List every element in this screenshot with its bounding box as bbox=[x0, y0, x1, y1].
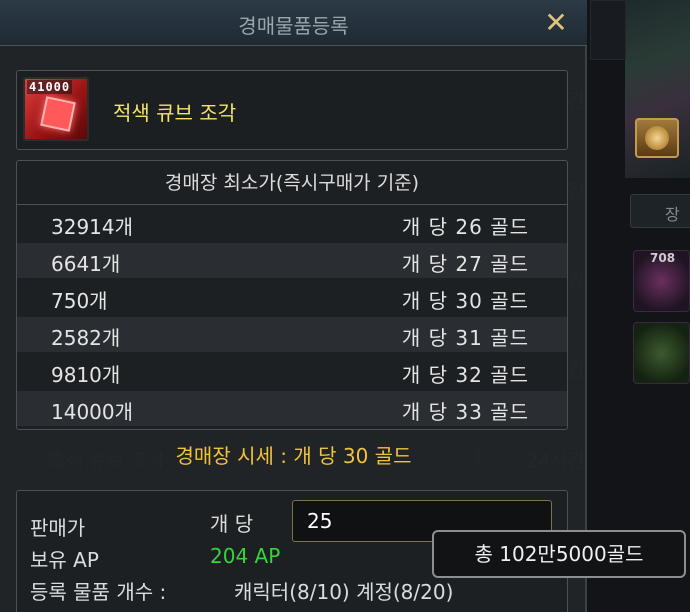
background-item-thumb[interactable]: 708 bbox=[633, 250, 690, 312]
price-per-unit: 개 당 30 골드 bbox=[401, 289, 529, 313]
price-qty: 14000개 bbox=[51, 400, 134, 424]
market-price-text: 경매장 시세 : 개 당 30 골드 bbox=[175, 444, 412, 468]
price-row[interactable]: 32914개 개 당 26 골드 bbox=[17, 206, 567, 241]
price-row[interactable]: 14000개 개 당 33 골드 bbox=[17, 391, 567, 426]
ap-label: 보유 AP bbox=[30, 548, 99, 572]
lowest-price-panel: 경매장 최소가(즉시구매가 기준) 32914개 개 당 26 골드 6641개… bbox=[16, 160, 568, 430]
background-item-thumb[interactable] bbox=[633, 322, 690, 384]
price-per-unit: 개 당 26 골드 bbox=[401, 215, 529, 239]
registered-count-label: 등록 물품 개수 : bbox=[30, 580, 167, 604]
price-row[interactable]: 2582개 개 당 31 골드 bbox=[17, 317, 567, 352]
registered-count-value: 캐릭터(8/10) 계정(8/20) bbox=[234, 580, 454, 604]
total-price-tooltip: 총 102만5000골드 bbox=[432, 530, 686, 578]
price-qty: 9810개 bbox=[51, 363, 121, 387]
price-row[interactable]: 9810개 개 당 32 골드 bbox=[17, 354, 567, 389]
item-name: 적색 큐브 조각 bbox=[113, 101, 237, 125]
close-icon[interactable]: ✕ bbox=[540, 8, 572, 40]
background-tab[interactable]: 장 bbox=[630, 194, 690, 228]
sell-price-label: 판매가 bbox=[30, 516, 86, 540]
price-qty: 32914개 bbox=[51, 215, 134, 239]
price-per-unit: 개 당 31 골드 bbox=[401, 326, 529, 350]
dialog-title: 경매물품등록 bbox=[238, 14, 349, 38]
background-emblem-button[interactable] bbox=[635, 118, 679, 158]
item-slot: 41000 적색 큐브 조각 bbox=[16, 70, 568, 150]
price-per-unit: 개 당 33 골드 bbox=[401, 400, 529, 424]
per-unit-label: 개 당 bbox=[210, 512, 254, 536]
price-per-unit: 개 당 27 골드 bbox=[401, 252, 529, 276]
background-list-cell bbox=[590, 0, 626, 60]
price-row[interactable]: 750개 개 당 30 골드 bbox=[17, 280, 567, 315]
price-qty: 6641개 bbox=[51, 252, 121, 276]
ap-value: 204 AP bbox=[210, 544, 281, 568]
titlebar[interactable]: 경매물품등록 ✕ bbox=[0, 0, 587, 46]
price-row[interactable]: 6641개 개 당 27 골드 bbox=[17, 243, 567, 278]
auction-register-dialog: 경매물품등록 ✕ 41000 적색 큐브 조각 경매장 최소가(즉시구매가 기준… bbox=[0, 0, 587, 612]
item-count: 41000 bbox=[27, 80, 73, 94]
emblem-icon bbox=[645, 126, 669, 150]
price-per-unit: 개 당 32 골드 bbox=[401, 363, 529, 387]
price-qty: 750개 bbox=[51, 289, 108, 313]
thumb-count: 708 bbox=[650, 251, 676, 265]
lowest-price-header: 경매장 최소가(즉시구매가 기준) bbox=[17, 161, 567, 205]
price-qty: 2582개 bbox=[51, 326, 121, 350]
cube-shape bbox=[40, 96, 76, 132]
red-cube-icon[interactable]: 41000 bbox=[23, 77, 89, 141]
